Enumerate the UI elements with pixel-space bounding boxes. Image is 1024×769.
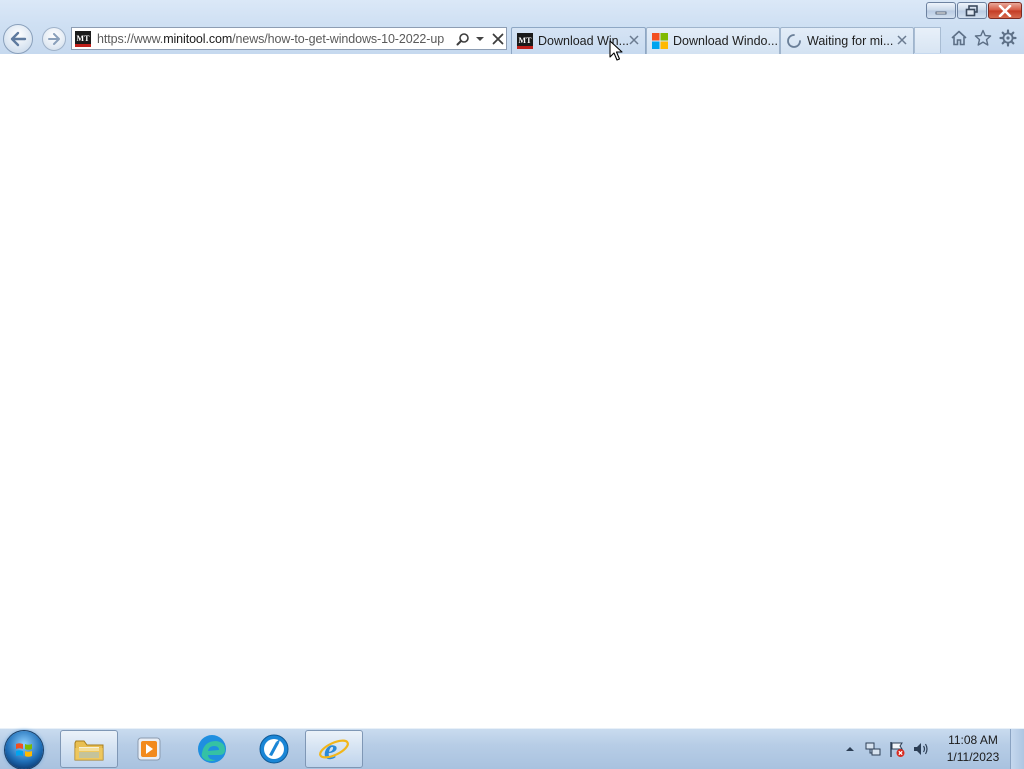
new-tab-button[interactable] <box>914 27 941 53</box>
taskbar-clock[interactable]: 11:08 AM 1/11/2023 <box>940 732 1006 766</box>
mouse-cursor-icon <box>609 40 623 61</box>
tab-close-button[interactable] <box>895 33 909 47</box>
restore-button[interactable] <box>957 2 987 19</box>
show-hidden-icons-arrow[interactable] <box>844 743 856 755</box>
start-button[interactable] <box>5 731 43 769</box>
back-button[interactable] <box>3 24 33 54</box>
taskbar-edge-button[interactable] <box>183 730 241 768</box>
forward-arrow-icon <box>48 33 60 45</box>
minimize-icon <box>935 11 947 14</box>
loading-spinner-icon <box>787 34 801 48</box>
close-icon <box>897 35 907 45</box>
svg-text:e: e <box>324 733 337 765</box>
taskbar-explorer-button[interactable] <box>60 730 118 768</box>
url-prefix: https://www. <box>97 31 164 46</box>
search-icon <box>456 32 469 45</box>
clock-date: 1/11/2023 <box>946 750 1000 764</box>
close-icon <box>629 35 639 45</box>
close-window-button[interactable] <box>988 2 1022 19</box>
minitool-favicon: MT <box>517 33 533 49</box>
url-path: /news/how-to-get-windows-10-2022-up <box>232 31 445 46</box>
url-domain: minitool.com <box>163 31 233 46</box>
browser-frame: MT https://www.minitool.com/news/how-to-… <box>0 0 1024 55</box>
minimize-button[interactable] <box>926 2 956 19</box>
home-icon <box>951 30 967 46</box>
tab-close-button[interactable] <box>627 33 641 47</box>
tab-title: Waiting for mi... <box>807 34 894 48</box>
taskbar-ie-button[interactable]: e <box>305 730 363 768</box>
taskbar: e 11:08 AM 1/11/2023 <box>0 728 1024 769</box>
minitool-favicon: MT <box>75 30 91 47</box>
edge-icon <box>198 735 226 763</box>
tools-gear-icon <box>999 29 1017 47</box>
address-dropdown-button[interactable] <box>472 31 488 47</box>
forward-button[interactable] <box>42 27 66 51</box>
page-content-area[interactable] <box>0 54 1024 728</box>
show-desktop-button[interactable] <box>1010 729 1024 769</box>
tab-waiting[interactable]: Waiting for mi... <box>780 27 914 54</box>
address-bar[interactable]: MT https://www.minitool.com/news/how-to-… <box>71 27 507 50</box>
tools-button[interactable] <box>998 28 1018 48</box>
tab-microsoft-download[interactable]: Download Windo... <box>646 27 780 54</box>
microsoft-favicon <box>652 33 668 49</box>
clock-time: 11:08 AM <box>948 733 998 747</box>
taskbar-media-player-button[interactable] <box>120 730 178 768</box>
stop-x-icon <box>492 33 504 44</box>
browser-icon <box>259 734 289 764</box>
taskbar-browser-button[interactable] <box>245 730 303 768</box>
media-player-icon <box>137 737 161 761</box>
action-center-flag-icon[interactable] <box>888 740 906 758</box>
network-icon[interactable] <box>864 740 882 758</box>
windows-explorer-icon <box>74 740 104 761</box>
internet-explorer-icon: e <box>319 733 349 765</box>
caption-buttons <box>926 2 1022 20</box>
close-icon <box>998 4 1012 17</box>
tab-title: Download Windo... <box>673 34 777 48</box>
favorites-star-icon <box>974 29 992 46</box>
search-button[interactable] <box>455 31 471 47</box>
home-button[interactable] <box>949 28 969 48</box>
url-text[interactable]: https://www.minitool.com/news/how-to-get… <box>97 32 449 46</box>
stop-button[interactable] <box>490 31 506 47</box>
volume-icon[interactable] <box>912 740 930 758</box>
tab-minitool-download[interactable]: MT Download Win... <box>511 27 646 54</box>
favorites-button[interactable] <box>973 28 993 48</box>
back-arrow-icon <box>10 31 27 47</box>
notification-area <box>844 729 930 769</box>
windows-logo-icon <box>16 743 32 757</box>
chevron-down-icon <box>476 36 484 41</box>
restore-icon <box>965 4 978 16</box>
